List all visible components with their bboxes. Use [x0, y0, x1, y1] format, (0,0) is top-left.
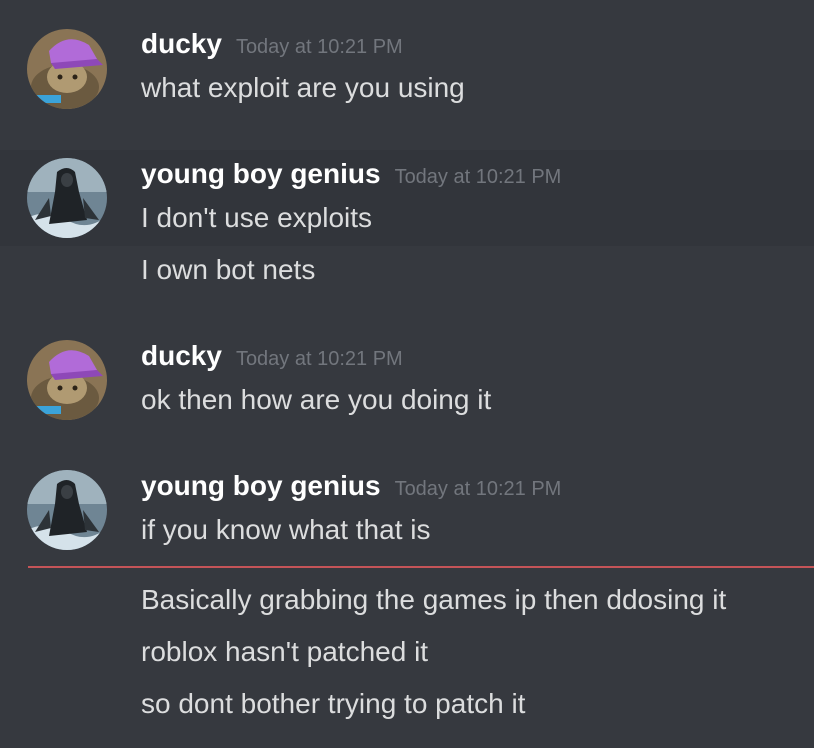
message-text: if you know what that is	[141, 514, 431, 545]
message-text: ok then how are you doing it	[141, 384, 492, 415]
message-header: ducky Today at 10:21 PM	[141, 28, 403, 60]
timestamp[interactable]: Today at 10:21 PM	[395, 166, 562, 188]
message-text: what exploit are you using	[141, 72, 465, 103]
purple-hat-avatar-icon	[27, 29, 107, 109]
username[interactable]: young boy genius	[141, 470, 381, 501]
message-header: young boy genius Today at 10:21 PM	[141, 158, 561, 190]
user-avatar-ducky[interactable]	[27, 29, 107, 109]
new-messages-divider	[28, 566, 814, 568]
message-header: young boy genius Today at 10:21 PM	[141, 470, 561, 502]
message-text: I own bot nets	[141, 254, 316, 285]
message-text: I don't use exploits	[141, 202, 373, 233]
timestamp[interactable]: Today at 10:21 PM	[236, 36, 403, 58]
timestamp[interactable]: Today at 10:21 PM	[236, 348, 403, 370]
user-avatar-ducky[interactable]	[27, 340, 107, 420]
message-text: so dont bother trying to patch it	[141, 688, 526, 719]
purple-hat-avatar-icon	[27, 340, 107, 420]
hooded-figure-avatar-icon	[27, 158, 107, 238]
message-text: Basically grabbing the games ip then ddo…	[141, 584, 727, 615]
username[interactable]: ducky	[141, 340, 222, 371]
username[interactable]: young boy genius	[141, 158, 381, 189]
user-avatar-young-boy-genius[interactable]	[27, 158, 107, 238]
hooded-figure-avatar-icon	[27, 470, 107, 550]
user-avatar-young-boy-genius[interactable]	[27, 470, 107, 550]
message-header: ducky Today at 10:21 PM	[141, 340, 403, 372]
timestamp[interactable]: Today at 10:21 PM	[395, 478, 562, 500]
username[interactable]: ducky	[141, 28, 222, 59]
message-text: roblox hasn't patched it	[141, 636, 429, 667]
